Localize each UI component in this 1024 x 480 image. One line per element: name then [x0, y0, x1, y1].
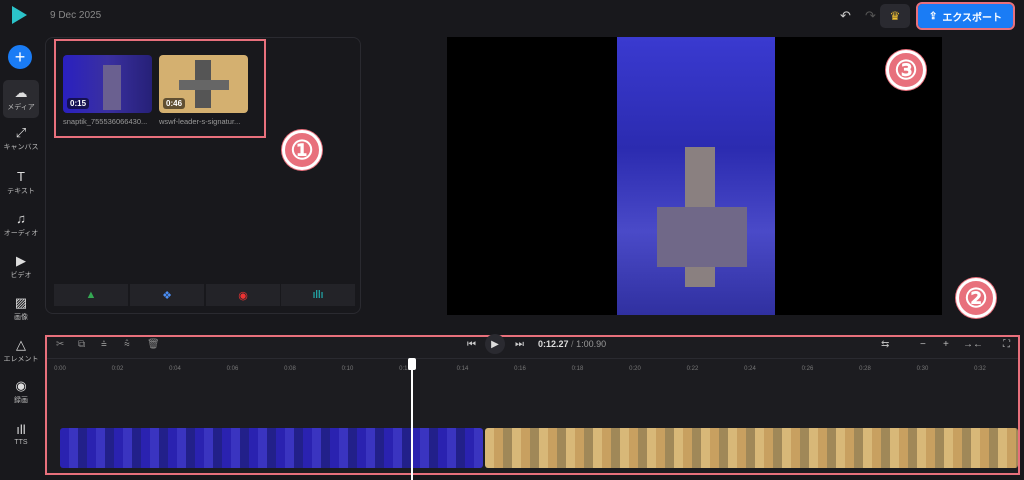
- sidebar-item-label: オーディオ: [3, 230, 39, 237]
- timeline-tick: 0:10: [341, 366, 354, 372]
- timeline-tick: 0:20: [629, 366, 641, 372]
- timeline-tick: 0:18: [571, 366, 584, 372]
- timeline-tick: 0:08: [284, 366, 296, 372]
- timeline-tick: 0:00: [54, 366, 66, 372]
- timeline-tick: 0:14: [456, 366, 469, 372]
- record-button[interactable]: ◉: [206, 284, 280, 306]
- fullscreen-icon[interactable]: ⛶: [1003, 339, 1010, 350]
- audio-record-button[interactable]: ıllı: [281, 284, 355, 306]
- sidebar-item[interactable]: ☁ メディア: [3, 80, 39, 118]
- video-preview[interactable]: [447, 37, 942, 315]
- sidebar-icon: ◉: [15, 378, 27, 393]
- move-up-icon[interactable]: ⩮: [101, 339, 107, 350]
- zoom-in-icon[interactable]: +: [943, 339, 949, 350]
- sidebar-item-label: 画像: [14, 314, 28, 321]
- timeline-tick: 0:22: [686, 366, 699, 372]
- delete-icon[interactable]: 🗑: [147, 339, 160, 350]
- sidebar-icon: ▨: [14, 295, 28, 310]
- dropbox-button[interactable]: ❖: [130, 284, 204, 306]
- duplicate-icon[interactable]: ⧉: [78, 339, 85, 350]
- sidebar-item[interactable]: ▶ ビデオ: [3, 248, 39, 286]
- sidebar-icon: ▶: [16, 253, 26, 268]
- play-button[interactable]: ▶: [485, 334, 505, 354]
- upload-icon: ⇪: [928, 10, 938, 22]
- move-down-icon[interactable]: ⩯: [124, 339, 130, 350]
- annotation-3: ③: [886, 50, 926, 90]
- split-settings-icon[interactable]: ⇆: [881, 339, 889, 350]
- undo-button[interactable]: ↶: [840, 8, 851, 24]
- app-logo[interactable]: [12, 6, 27, 24]
- timeline-tick: 0:26: [801, 366, 814, 372]
- annotation-box-1: [54, 39, 266, 138]
- sidebar-item[interactable]: ⤢ キャンバス: [3, 120, 39, 158]
- zoom-out-icon[interactable]: −: [920, 339, 926, 350]
- clip-video-1[interactable]: [60, 428, 483, 468]
- timeline-tick: 0:32: [974, 366, 986, 372]
- playhead-handle[interactable]: [408, 358, 416, 370]
- time-display: 0:12.27 / 1:00.90: [538, 339, 607, 349]
- sidebar-item-label: メディア: [7, 104, 35, 111]
- skip-back-icon[interactable]: ⏮: [467, 339, 476, 350]
- timeline-tick: 0:24: [744, 366, 756, 372]
- sidebar-icon: ♫: [16, 211, 26, 226]
- redo-button[interactable]: ↷: [865, 8, 876, 24]
- cut-icon[interactable]: ✂: [56, 339, 64, 350]
- timeline-tick: 0:04: [169, 366, 181, 372]
- export-button[interactable]: ⇪ エクスポート: [916, 2, 1015, 30]
- sidebar-icon: ⤢: [15, 125, 27, 140]
- sidebar-item[interactable]: ıll TTS: [3, 415, 39, 453]
- project-date[interactable]: 9 Dec 2025: [50, 10, 101, 21]
- sidebar-item[interactable]: ♫ オーディオ: [3, 206, 39, 244]
- clip-video-2[interactable]: [485, 428, 1018, 468]
- sidebar-icon: T: [17, 169, 25, 184]
- sidebar-item-label: ビデオ: [10, 272, 32, 279]
- sidebar-item[interactable]: T テキスト: [3, 164, 39, 202]
- premium-crown-icon[interactable]: ♛: [880, 4, 910, 28]
- sidebar-item-label: 録画: [14, 397, 28, 404]
- sidebar-item-label: エレメント: [3, 356, 39, 363]
- sidebar-item-label: テキスト: [7, 188, 35, 195]
- timeline-tick: 0:28: [859, 366, 871, 372]
- sidebar-item[interactable]: ▨ 画像: [3, 290, 39, 328]
- timeline-tick: 0:16: [514, 366, 526, 372]
- annotation-2: ②: [956, 278, 996, 318]
- sidebar-icon: ☁: [14, 85, 28, 100]
- sidebar-item[interactable]: ◉ 録画: [3, 373, 39, 411]
- add-button[interactable]: +: [8, 45, 32, 69]
- sidebar-item-label: キャンバス: [3, 144, 39, 151]
- sidebar-item-label: TTS: [14, 438, 28, 446]
- timeline-tick: 0:02: [111, 366, 124, 372]
- playhead[interactable]: [411, 360, 413, 480]
- sidebar-item[interactable]: △ エレメント: [3, 332, 39, 370]
- fit-icon[interactable]: →←: [963, 339, 983, 350]
- annotation-1: ①: [282, 130, 322, 170]
- timeline-tick: 0:30: [916, 366, 929, 372]
- sidebar-icon: ıll: [16, 421, 26, 437]
- timeline-tick: 0:06: [226, 366, 239, 372]
- google-drive-button[interactable]: ▲: [54, 284, 128, 306]
- sidebar-icon: △: [16, 337, 26, 352]
- skip-forward-icon[interactable]: ⏭: [515, 339, 524, 350]
